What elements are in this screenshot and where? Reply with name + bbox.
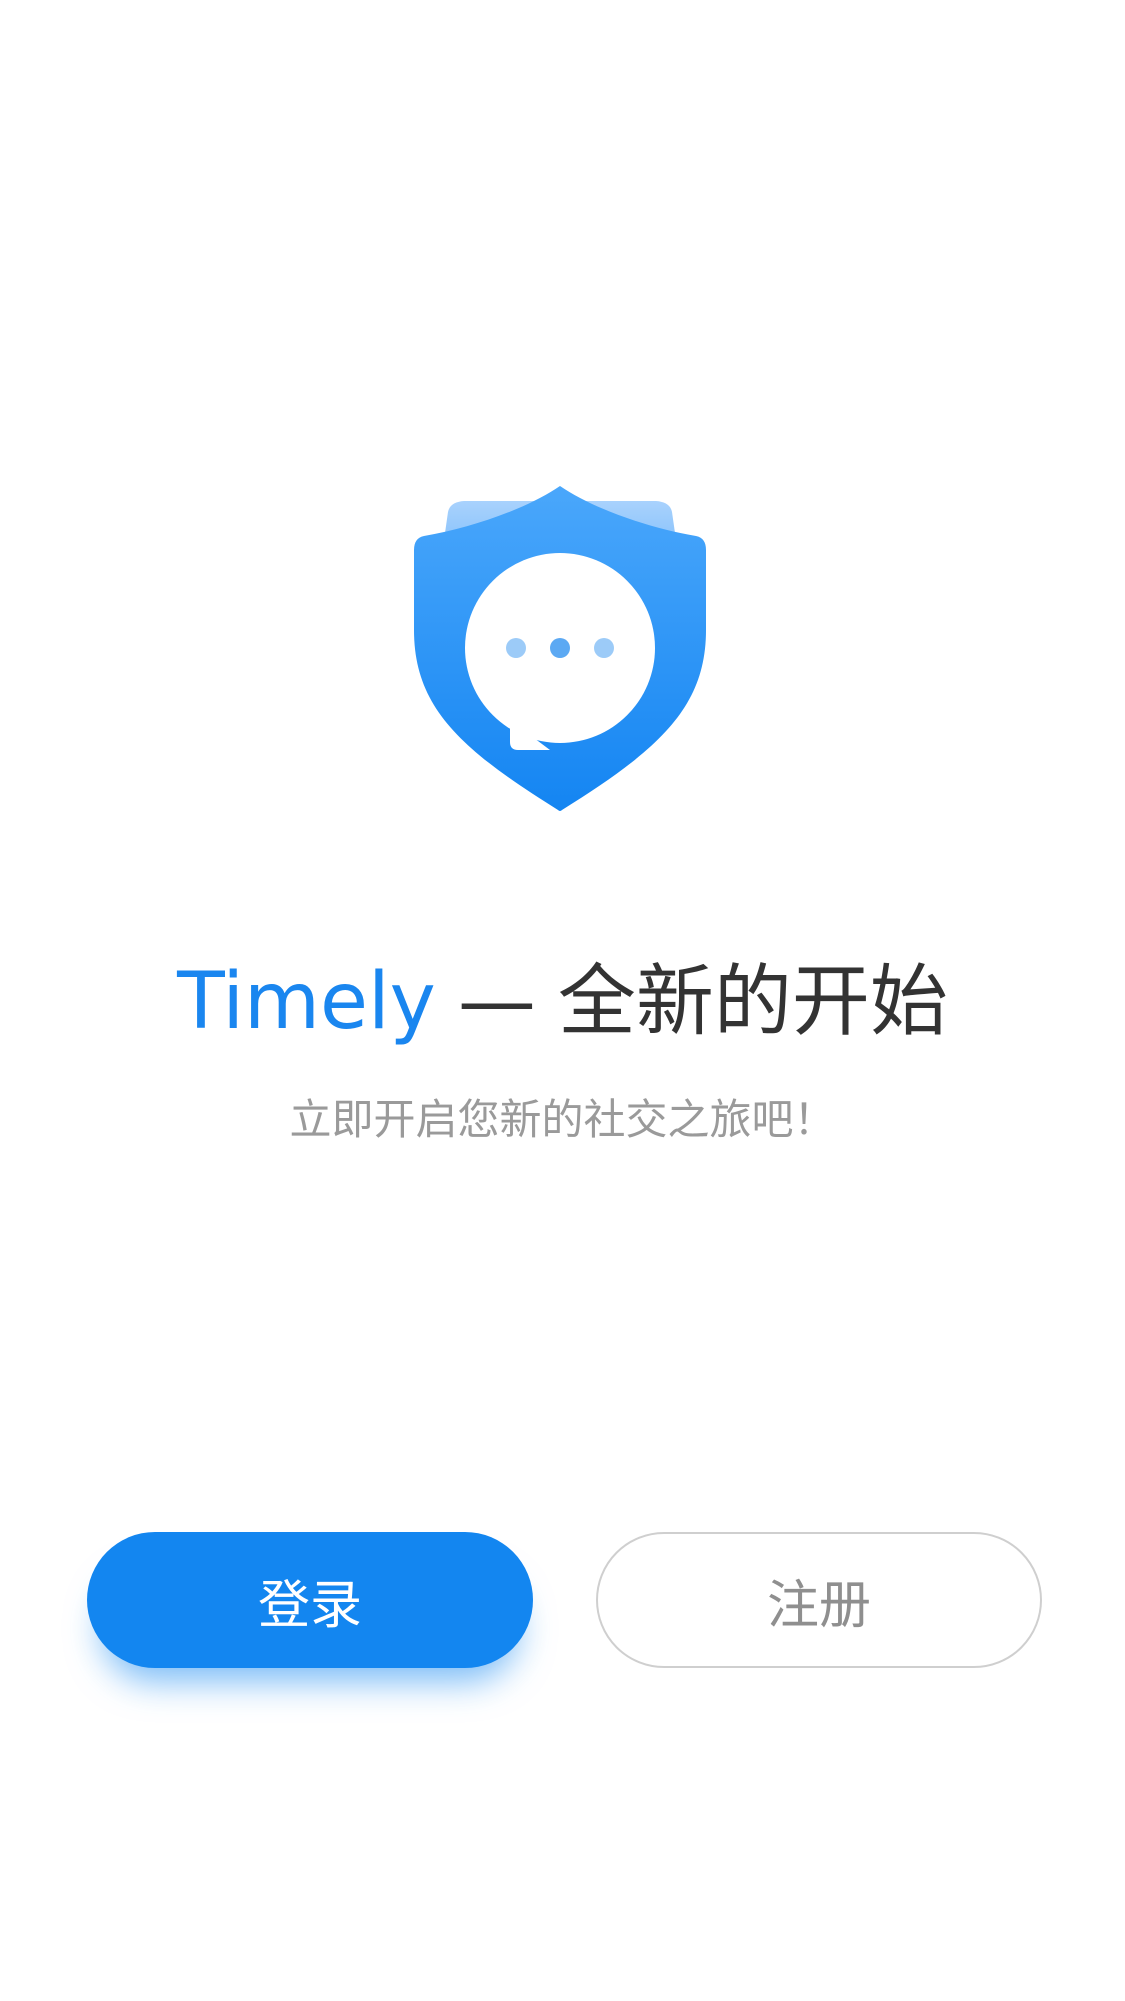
register-button[interactable]: 注册 <box>596 1532 1042 1668</box>
shield-chat-icon <box>410 480 710 815</box>
login-button[interactable]: 登录 <box>87 1532 533 1668</box>
headline-dash: — <box>457 957 536 1047</box>
headline: Timely — 全新的开始 <box>0 952 1125 1052</box>
brand-name: Timely <box>177 957 436 1047</box>
headline-slogan: 全新的开始 <box>557 957 948 1047</box>
subtitle: 立即开启您新的社交之旅吧！ <box>289 1095 836 1144</box>
